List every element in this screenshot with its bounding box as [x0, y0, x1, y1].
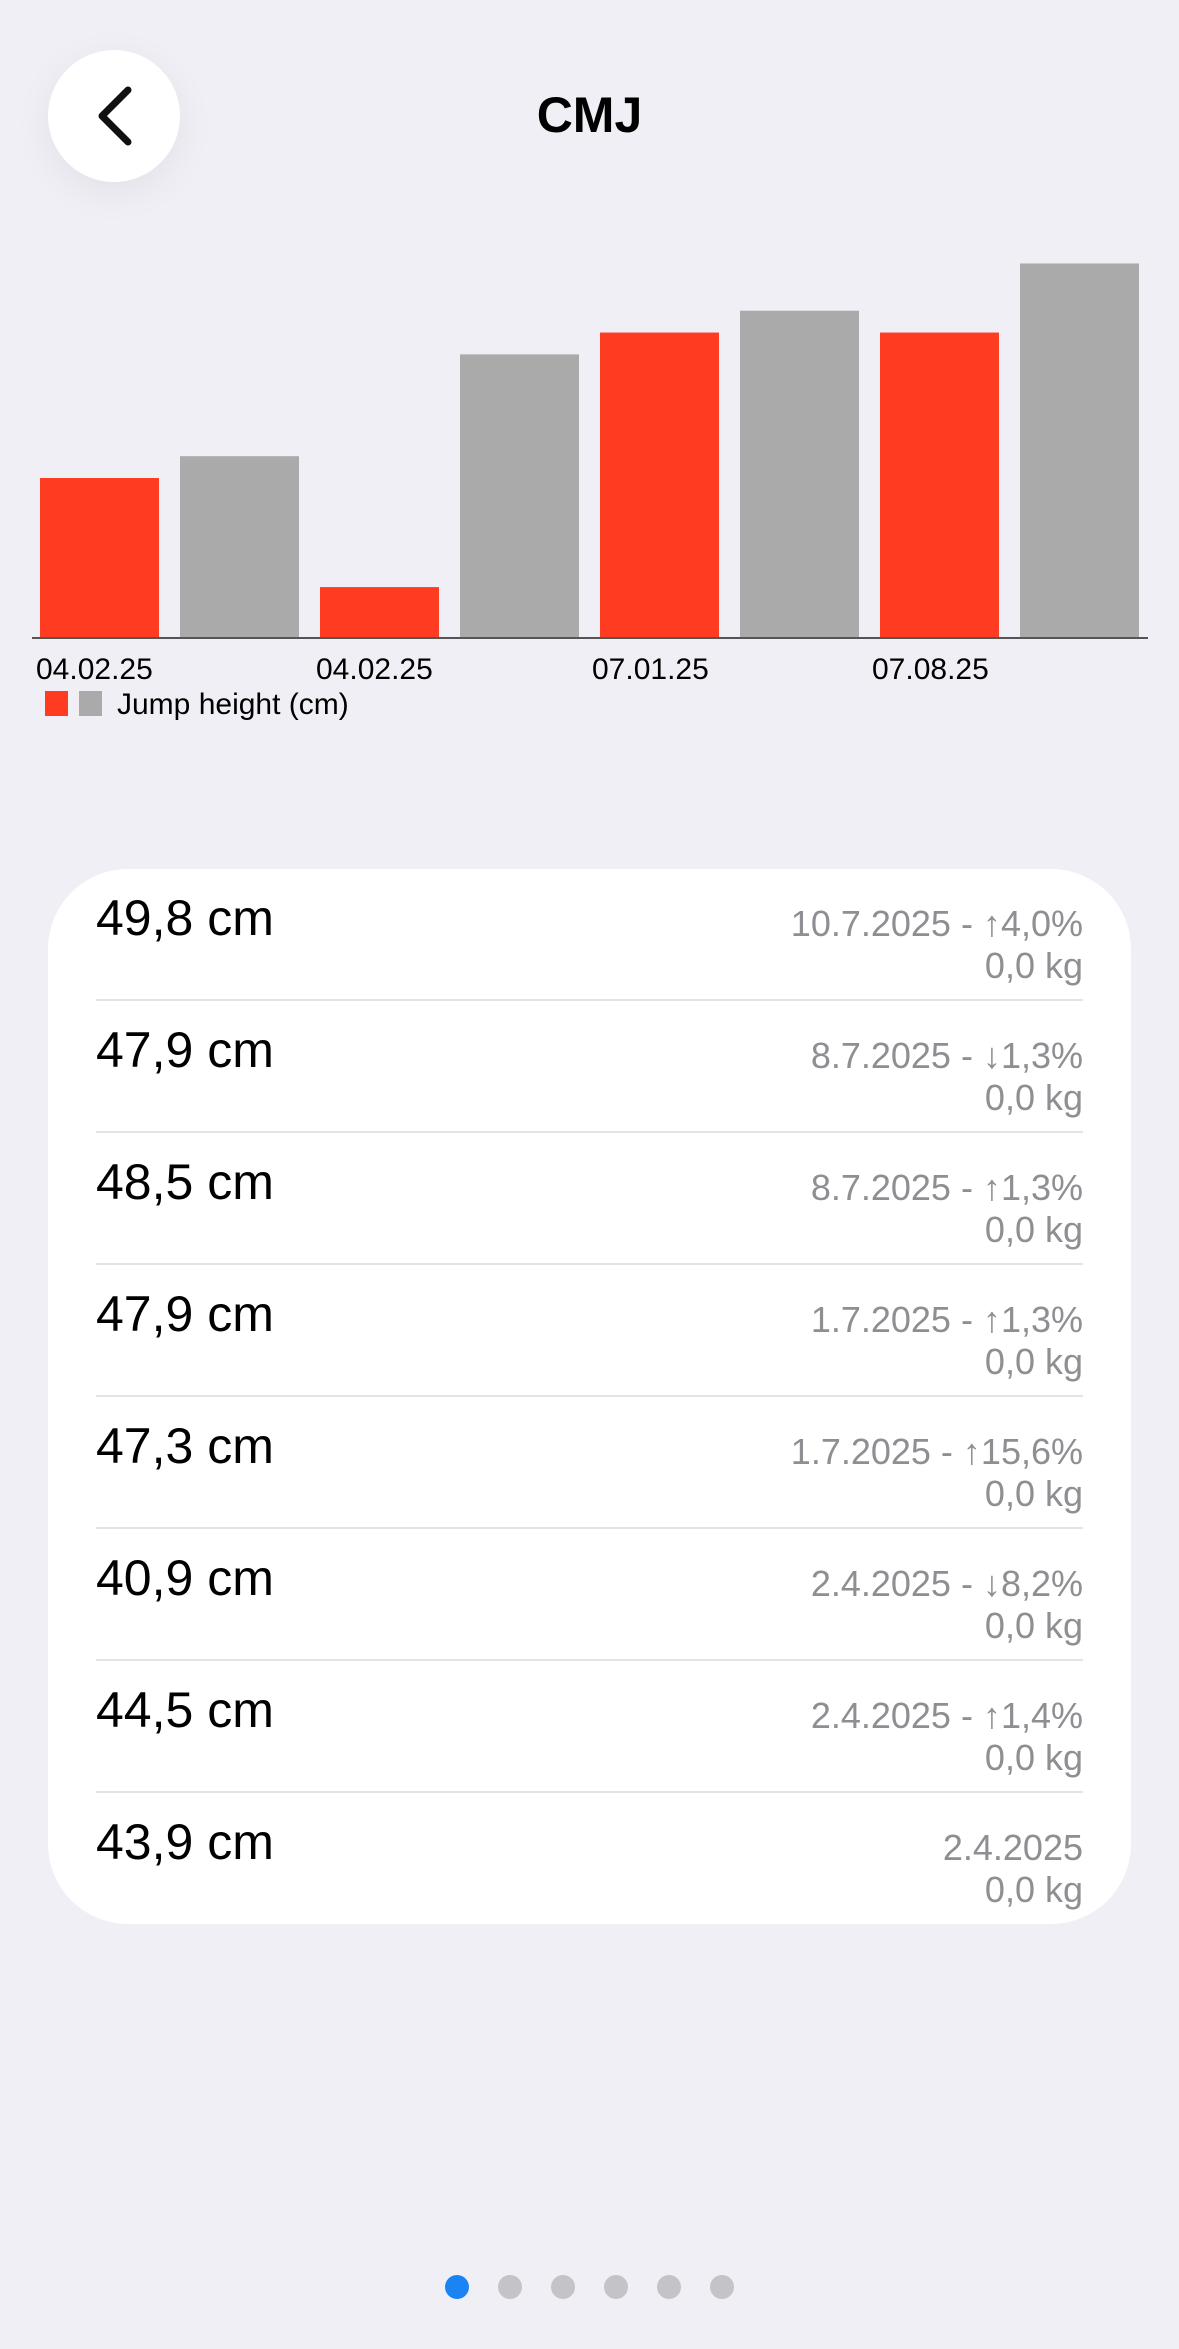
date-change: 2.4.2025 - ↓8,2% [810, 1563, 1083, 1604]
load-weight: 0,0 kg [984, 1077, 1083, 1118]
load-weight: 0,0 kg [984, 1869, 1083, 1910]
legend-label: Jump height (cm) [117, 688, 349, 721]
chart-bar [180, 456, 299, 638]
list-item[interactable]: 48,5 cm 8.7.2025 - ↑1,3% 0,0 kg [96, 1133, 1083, 1265]
chart-bar [460, 354, 579, 638]
jump-value: 43,9 cm [96, 1814, 274, 1870]
legend: Jump height (cm) [45, 688, 349, 721]
load-weight: 0,0 kg [984, 1341, 1083, 1382]
jump-value: 47,3 cm [96, 1418, 274, 1474]
page-title: CMJ [536, 87, 643, 143]
chart-bar [320, 587, 439, 638]
jump-value: 47,9 cm [96, 1022, 274, 1078]
page-indicator[interactable] [0, 2275, 1179, 2299]
list-item[interactable]: 43,9 cm 2.4.2025 0,0 kg [96, 1793, 1083, 1925]
date-change: 2.4.2025 - ↑1,4% [810, 1695, 1083, 1736]
page-dot[interactable] [710, 2275, 734, 2299]
page-dot[interactable] [657, 2275, 681, 2299]
jump-value: 47,9 cm [96, 1286, 274, 1342]
list-item[interactable]: 44,5 cm 2.4.2025 - ↑1,4% 0,0 kg [96, 1661, 1083, 1793]
load-weight: 0,0 kg [984, 945, 1083, 986]
list-item[interactable]: 47,9 cm 8.7.2025 - ↓1,3% 0,0 kg [96, 1001, 1083, 1133]
chart-bar [40, 478, 159, 638]
load-weight: 0,0 kg [984, 1473, 1083, 1514]
load-weight: 0,0 kg [984, 1605, 1083, 1646]
bars-layer [40, 263, 1139, 638]
history-list: 49,8 cm 10.7.2025 - ↑4,0% 0,0 kg 47,9 cm… [48, 869, 1131, 1924]
list-item[interactable]: 47,9 cm 1.7.2025 - ↑1,3% 0,0 kg [96, 1265, 1083, 1397]
list-item[interactable]: 47,3 cm 1.7.2025 - ↑15,6% 0,0 kg [96, 1397, 1083, 1529]
x-tick-label: 04.02.25 [36, 653, 153, 686]
x-tick-label: 04.02.25 [316, 653, 433, 686]
page-dot[interactable] [551, 2275, 575, 2299]
date-change: 1.7.2025 - ↑15,6% [790, 1431, 1083, 1472]
jump-value: 40,9 cm [96, 1550, 274, 1606]
x-tick-label: 07.01.25 [592, 653, 709, 686]
list-item[interactable]: 49,8 cm 10.7.2025 - ↑4,0% 0,0 kg [96, 869, 1083, 1001]
x-tick-label: 07.08.25 [872, 653, 989, 686]
jump-value: 49,8 cm [96, 890, 274, 946]
date-change: 1.7.2025 - ↑1,3% [810, 1299, 1083, 1340]
page-dot[interactable] [604, 2275, 628, 2299]
page-dot[interactable] [498, 2275, 522, 2299]
legend-swatch-gray [79, 691, 102, 716]
list-item[interactable]: 40,9 cm 2.4.2025 - ↓8,2% 0,0 kg [96, 1529, 1083, 1661]
jump-value: 48,5 cm [96, 1154, 274, 1210]
date-change: 8.7.2025 - ↑1,3% [810, 1167, 1083, 1208]
header: CMJ [0, 0, 1179, 230]
chart-bar [740, 310, 859, 638]
legend-swatch-red [45, 691, 68, 716]
date-change: 10.7.2025 - ↑4,0% [790, 903, 1083, 944]
chart-bar [600, 332, 719, 638]
load-weight: 0,0 kg [984, 1737, 1083, 1778]
x-ticks-layer: 04.02.25 04.02.25 07.01.25 07.08.25 [36, 653, 989, 686]
page-dot-active[interactable] [445, 2275, 469, 2299]
load-weight: 0,0 kg [984, 1209, 1083, 1250]
date-change: 8.7.2025 - ↓1,3% [810, 1035, 1083, 1076]
date-change: 2.4.2025 [942, 1827, 1083, 1868]
jump-value: 44,5 cm [96, 1682, 274, 1738]
chart-bar [880, 332, 999, 638]
chart-bar [1020, 263, 1139, 638]
jump-height-chart: 04.02.25 04.02.25 07.01.25 07.08.25 Jump he… [32, 263, 1148, 721]
